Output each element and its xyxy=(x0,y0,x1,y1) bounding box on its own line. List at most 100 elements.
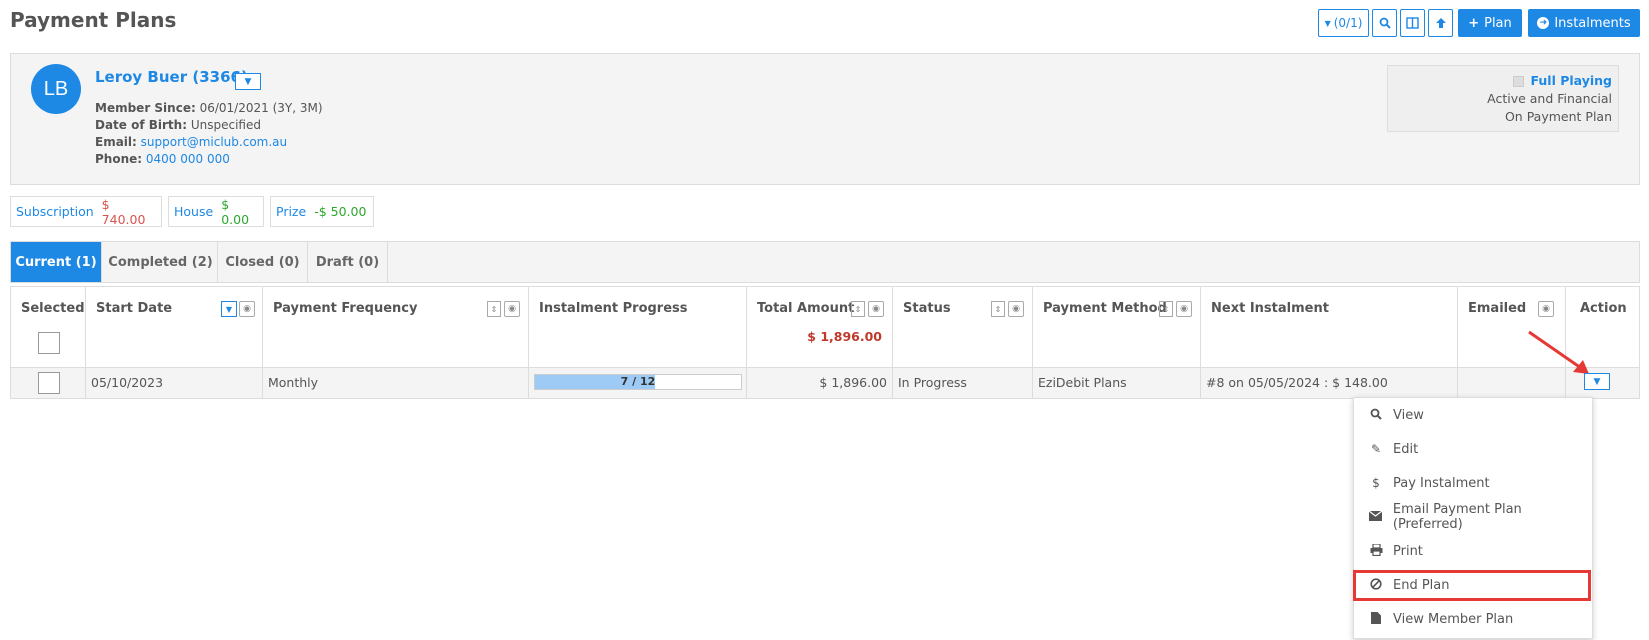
member-panel: LB Leroy Buer (3366) ▼ Member Since: 06/… xyxy=(10,53,1640,185)
menu-item-email-plan[interactable]: Email Payment Plan (Preferred) xyxy=(1354,500,1594,534)
caret-down-icon: ▼ xyxy=(1593,376,1601,387)
cell-payment-method: EziDebit Plans xyxy=(1038,375,1127,390)
caret-down-icon: ▼ xyxy=(244,76,252,87)
eye-icon[interactable]: ◉ xyxy=(1008,301,1024,317)
dollar-icon: $ xyxy=(1372,476,1380,490)
cell-payment-frequency: Monthly xyxy=(268,375,319,390)
phone-label: Phone: xyxy=(95,152,143,166)
status-title: Full Playing xyxy=(1530,73,1612,88)
balance-value: $ 740.00 xyxy=(101,196,146,227)
status-line-1: Active and Financial xyxy=(1487,91,1612,106)
cell-status: In Progress xyxy=(898,375,967,390)
email-label: Email: xyxy=(95,135,137,149)
menu-item-label: View xyxy=(1393,407,1424,423)
col-total-amount: Total Amount ⇕ ◉ $ 1,896.00 $ 1,896.00 xyxy=(747,287,893,398)
col-start-date: Start Date ▼ ◉ 05/10/2023 xyxy=(86,287,263,398)
cell-next-instalment: #8 on 05/05/2024 : $ 148.00 xyxy=(1206,375,1388,390)
member-since-label: Member Since: xyxy=(95,101,196,115)
phone-link[interactable]: 0400 000 000 xyxy=(146,152,230,166)
header-emailed: Emailed xyxy=(1468,301,1527,316)
membership-status: Full Playing Active and Financial On Pay… xyxy=(1387,65,1619,132)
member-since-line: Member Since: 06/01/2021 (3Y, 3M) xyxy=(95,101,323,115)
circle-arrow-icon: ➜ xyxy=(1537,17,1550,29)
menu-item-label: Print xyxy=(1393,543,1423,559)
header-next-instalment: Next Instalment xyxy=(1211,301,1329,316)
tab-completed[interactable]: Completed (2) xyxy=(104,242,218,282)
phone-line: Phone: 0400 000 000 xyxy=(95,152,230,166)
menu-item-print[interactable]: Print xyxy=(1354,534,1594,568)
status-checkbox xyxy=(1513,76,1525,87)
cell-total-amount: $ 1,896.00 xyxy=(819,375,887,390)
col-instalment-progress: Instalment Progress 7 / 12 xyxy=(529,287,747,398)
balance-label: Subscription xyxy=(16,204,94,219)
header-selected: Selected xyxy=(21,301,85,316)
end-plan-highlight xyxy=(1353,570,1591,601)
instalments-button[interactable]: ➜ Instalments xyxy=(1528,9,1640,37)
sort-icon[interactable]: ⇕ xyxy=(1159,301,1173,317)
eye-icon[interactable]: ◉ xyxy=(1538,301,1554,317)
tab-closed[interactable]: Closed (0) xyxy=(218,242,308,282)
filter-dropdown[interactable]: ▼ xyxy=(221,301,237,317)
balance-house: House $ 0.00 xyxy=(168,196,264,227)
row-checkbox[interactable] xyxy=(38,372,60,394)
member-name[interactable]: Leroy Buer (3366) xyxy=(95,68,248,86)
eye-icon[interactable]: ◉ xyxy=(239,301,255,317)
action-menu: View ✎ Edit $ Pay Instalment Email Payme… xyxy=(1353,397,1593,639)
balance-label: Prize xyxy=(276,204,307,219)
balance-label: House xyxy=(174,204,214,219)
plans-table: Selected Start Date ▼ ◉ 05/10/2023 Payme… xyxy=(10,286,1640,399)
header-total-amount: Total Amount xyxy=(757,301,855,316)
menu-item-view[interactable]: View xyxy=(1354,398,1594,432)
total-sum: $ 1,896.00 xyxy=(807,329,882,344)
caret-down-icon: ▼ xyxy=(1324,18,1331,28)
search-icon xyxy=(1369,408,1383,423)
col-next-instalment: Next Instalment #8 on 05/05/2024 : $ 148… xyxy=(1201,287,1458,398)
filter-button[interactable]: ▼ (0/1) xyxy=(1318,9,1369,37)
balance-value: -$ 50.00 xyxy=(314,204,367,219)
pencil-icon: ✎ xyxy=(1370,442,1382,456)
print-icon xyxy=(1369,542,1383,559)
menu-item-view-member-plan[interactable]: View Member Plan xyxy=(1354,602,1594,636)
columns-icon xyxy=(1406,17,1419,29)
sort-icon[interactable]: ⇕ xyxy=(991,301,1005,317)
dob-value: Unspecified xyxy=(190,118,261,132)
balance-prize: Prize -$ 50.00 xyxy=(270,196,374,227)
col-payment-frequency: Payment Frequency ⇕ ◉ Monthly xyxy=(263,287,529,398)
tab-current[interactable]: Current (1) xyxy=(11,242,102,282)
menu-item-label: Pay Instalment xyxy=(1393,475,1490,491)
instalments-label: Instalments xyxy=(1554,15,1631,31)
plan-tabs: Current (1) Completed (2) Closed (0) Dra… xyxy=(10,241,1640,283)
progress-text: 7 / 12 xyxy=(620,375,656,388)
tab-draft[interactable]: Draft (0) xyxy=(308,242,388,282)
member-since-value: 06/01/2021 (3Y, 3M) xyxy=(199,101,323,115)
add-plan-label: Plan xyxy=(1484,15,1512,31)
row-action-button[interactable]: ▼ xyxy=(1584,373,1610,390)
columns-button[interactable] xyxy=(1400,9,1425,37)
add-plan-button[interactable]: + Plan xyxy=(1458,9,1522,37)
header-status: Status xyxy=(903,301,951,316)
eye-icon[interactable]: ◉ xyxy=(504,301,520,317)
eye-icon[interactable]: ◉ xyxy=(868,301,884,317)
avatar: LB xyxy=(31,64,81,114)
balance-subscription: Subscription $ 740.00 xyxy=(10,196,162,227)
menu-item-edit[interactable]: ✎ Edit xyxy=(1354,432,1594,466)
envelope-icon xyxy=(1369,510,1383,524)
upload-button[interactable] xyxy=(1428,9,1453,37)
dob-line: Date of Birth: Unspecified xyxy=(95,118,261,132)
search-button[interactable] xyxy=(1372,9,1397,37)
member-menu-button[interactable]: ▼ xyxy=(235,73,261,90)
email-link[interactable]: support@miclub.com.au xyxy=(141,135,287,149)
status-line-2: On Payment Plan xyxy=(1504,109,1612,124)
eye-icon[interactable]: ◉ xyxy=(1176,301,1192,317)
dob-label: Date of Birth: xyxy=(95,118,188,132)
select-all-checkbox[interactable] xyxy=(38,332,60,354)
page-title: Payment Plans xyxy=(10,8,177,32)
menu-item-label: View Member Plan xyxy=(1393,611,1514,627)
menu-item-label: Edit xyxy=(1393,441,1419,457)
caret-down-icon: ▼ xyxy=(225,304,233,314)
sort-icon[interactable]: ⇕ xyxy=(851,301,865,317)
progress-bar: 7 / 12 xyxy=(534,374,742,390)
header-payment-frequency: Payment Frequency xyxy=(273,301,418,316)
sort-icon[interactable]: ⇕ xyxy=(487,301,501,317)
menu-item-pay-instalment[interactable]: $ Pay Instalment xyxy=(1354,466,1594,500)
